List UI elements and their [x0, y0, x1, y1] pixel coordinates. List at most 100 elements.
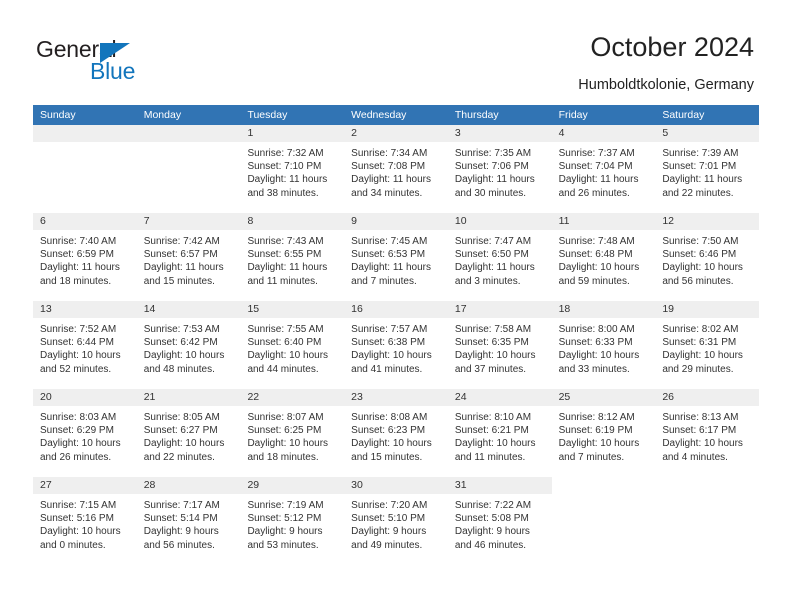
calendar-day-cell[interactable]: 11 Sunrise: 7:48 AM Sunset: 6:48 PM Dayligh…: [551, 213, 656, 301]
calendar-day-cell[interactable]: 1 Sunrise: 7:32 AM Sunset: 7:10 PM Daylight…: [240, 125, 345, 213]
day-details: Sunrise: 7:43 AM Sunset: 6:55 PM Daylight:…: [240, 230, 344, 288]
sunrise-text: Sunrise: 7:48 AM: [558, 236, 635, 247]
calendar-day-cell[interactable]: 8 Sunrise: 7:43 AM Sunset: 6:55 PM Daylight…: [240, 213, 345, 301]
sunset-text: Sunset: 6:21 PM: [454, 425, 529, 437]
calendar-day-cell[interactable]: 6 Sunrise: 7:40 AM Sunset: 6:59 PM Daylight…: [33, 213, 137, 301]
day-number: 10: [454, 215, 467, 227]
day-details: Sunrise: 8:07 AM Sunset: 6:25 PM Daylight:…: [240, 406, 344, 464]
calendar-grid: Sunday Monday Tuesday Wednesday Thursday…: [33, 105, 760, 565]
daylight-text: Daylight: 11 hours and 7 minutes.: [351, 262, 432, 287]
daylight-text: Daylight: 9 hours and 53 minutes.: [247, 526, 323, 551]
calendar-day-cell[interactable]: 5 Sunrise: 7:39 AM Sunset: 7:01 PM Daylight…: [655, 125, 760, 213]
day-number-bar: 10: [447, 213, 552, 230]
sunrise-text: Sunrise: 7:40 AM: [40, 236, 117, 247]
calendar-day-cell[interactable]: 12 Sunrise: 7:50 AM Sunset: 6:46 PM Dayligh…: [655, 213, 760, 301]
day-details: Sunrise: 7:22 AM Sunset: 5:08 PM Daylight:…: [448, 494, 552, 552]
day-details: Sunrise: 7:48 AM Sunset: 6:48 PM Daylight:…: [552, 230, 656, 288]
sunrise-text: Sunrise: 8:08 AM: [351, 412, 428, 423]
day-number-bar: 21: [136, 389, 241, 406]
calendar-day-cell[interactable]: 30 Sunrise: 7:20 AM Sunset: 5:10 PM Dayligh…: [344, 477, 448, 565]
calendar-day-cell[interactable]: 18 Sunrise: 8:00 AM Sunset: 6:33 PM Dayligh…: [551, 301, 656, 389]
day-number: 2: [351, 127, 357, 139]
day-details: Sunrise: 7:32 AM Sunset: 7:10 PM Daylight:…: [240, 142, 344, 200]
calendar-day-cell[interactable]: 23 Sunrise: 8:08 AM Sunset: 6:23 PM Dayligh…: [344, 389, 448, 477]
calendar-week-row: 6 Sunrise: 7:40 AM Sunset: 6:59 PM Daylight…: [33, 213, 760, 301]
daylight-text: Daylight: 10 hours and 41 minutes.: [351, 350, 432, 375]
day-number-bar: [551, 477, 656, 494]
sunset-text: Sunset: 6:38 PM: [351, 337, 426, 349]
day-details: Sunrise: 7:15 AM Sunset: 5:16 PM Daylight:…: [33, 494, 137, 552]
daylight-text: Daylight: 10 hours and 59 minutes.: [558, 262, 640, 287]
calendar-day-cell[interactable]: 19 Sunrise: 8:02 AM Sunset: 6:31 PM Dayligh…: [655, 301, 760, 389]
day-details: Sunrise: 7:45 AM Sunset: 6:53 PM Daylight:…: [344, 230, 448, 288]
day-details: Sunrise: 7:20 AM Sunset: 5:10 PM Daylight:…: [344, 494, 448, 552]
calendar-day-cell[interactable]: 20 Sunrise: 8:03 AM Sunset: 6:29 PM Dayligh…: [33, 389, 137, 477]
sunrise-text: Sunrise: 7:35 AM: [454, 148, 532, 159]
day-details: Sunrise: 8:00 AM Sunset: 6:33 PM Daylight:…: [552, 318, 656, 376]
calendar-day-cell[interactable]: 14 Sunrise: 7:53 AM Sunset: 6:42 PM Dayligh…: [136, 301, 241, 389]
day-number-bar: 31: [447, 477, 552, 494]
sunrise-text: Sunrise: 7:57 AM: [351, 324, 428, 335]
day-number: 5: [662, 127, 669, 139]
calendar-day-cell[interactable]: 28 Sunrise: 7:17 AM Sunset: 5:14 PM Dayligh…: [136, 477, 241, 565]
daylight-text: Daylight: 9 hours and 56 minutes.: [143, 526, 219, 551]
calendar-day-cell[interactable]: 26 Sunrise: 8:13 AM Sunset: 6:17 PM Dayligh…: [655, 389, 760, 477]
sunrise-text: Sunrise: 7:58 AM: [454, 324, 532, 335]
calendar-day-cell[interactable]: 25 Sunrise: 8:12 AM Sunset: 6:19 PM Dayligh…: [551, 389, 656, 477]
sunrise-text: Sunrise: 7:15 AM: [40, 500, 117, 511]
daylight-text: Daylight: 11 hours and 22 minutes.: [662, 174, 743, 199]
calendar-day-cell[interactable]: 27 Sunrise: 7:15 AM Sunset: 5:16 PM Dayligh…: [33, 477, 137, 565]
sunset-text: Sunset: 6:29 PM: [40, 425, 114, 437]
sunrise-text: Sunrise: 7:47 AM: [454, 236, 532, 247]
daylight-text: Daylight: 11 hours and 38 minutes.: [247, 174, 328, 199]
sunset-text: Sunset: 6:23 PM: [351, 425, 426, 437]
daylight-text: Daylight: 11 hours and 3 minutes.: [454, 262, 535, 287]
calendar-day-cell[interactable]: 10 Sunrise: 7:47 AM Sunset: 6:50 PM Dayligh…: [447, 213, 552, 301]
calendar-day-cell[interactable]: 3 Sunrise: 7:35 AM Sunset: 7:06 PM Daylight…: [447, 125, 552, 213]
dow-wednesday: Wednesday: [351, 109, 407, 121]
calendar-day-cell[interactable]: 4 Sunrise: 7:37 AM Sunset: 7:04 PM Daylight…: [551, 125, 656, 213]
calendar-day-cell[interactable]: 15 Sunrise: 7:55 AM Sunset: 6:40 PM Dayligh…: [240, 301, 345, 389]
calendar-day-cell[interactable]: 2 Sunrise: 7:34 AM Sunset: 7:08 PM Daylight…: [344, 125, 448, 213]
calendar-day-cell[interactable]: 22 Sunrise: 8:07 AM Sunset: 6:25 PM Dayligh…: [240, 389, 345, 477]
day-number: 31: [454, 479, 467, 491]
day-number-bar: 16: [344, 301, 448, 318]
calendar-day-cell[interactable]: 24 Sunrise: 8:10 AM Sunset: 6:21 PM Dayligh…: [447, 389, 552, 477]
calendar-day-cell-empty: [33, 125, 137, 213]
calendar-day-cell[interactable]: 9 Sunrise: 7:45 AM Sunset: 6:53 PM Daylight…: [344, 213, 448, 301]
calendar-day-cell[interactable]: 31 Sunrise: 7:22 AM Sunset: 5:08 PM Dayligh…: [447, 477, 552, 565]
calendar-week-row: 1 Sunrise: 7:32 AM Sunset: 7:10 PM Daylight…: [33, 125, 760, 213]
sunset-text: Sunset: 6:57 PM: [143, 249, 218, 261]
day-number: 13: [40, 303, 52, 315]
calendar-day-cell[interactable]: 29 Sunrise: 7:19 AM Sunset: 5:12 PM Dayligh…: [240, 477, 345, 565]
sunset-text: Sunset: 5:14 PM: [143, 513, 218, 525]
day-number-bar: 2: [344, 125, 448, 142]
calendar-day-cell[interactable]: 21 Sunrise: 8:05 AM Sunset: 6:27 PM Dayligh…: [136, 389, 241, 477]
sunset-text: Sunset: 6:17 PM: [662, 425, 737, 437]
sunset-text: Sunset: 7:10 PM: [247, 161, 322, 173]
day-number: 22: [247, 391, 260, 403]
sunset-text: Sunset: 7:04 PM: [558, 161, 633, 173]
sunset-text: Sunset: 6:44 PM: [40, 337, 114, 349]
sunrise-text: Sunrise: 7:52 AM: [40, 324, 117, 335]
calendar-day-cell[interactable]: 16 Sunrise: 7:57 AM Sunset: 6:38 PM Dayligh…: [344, 301, 448, 389]
logo-text-blue: Blue: [90, 58, 136, 84]
daylight-text: Daylight: 10 hours and 4 minutes.: [662, 438, 743, 463]
day-number: 8: [247, 215, 254, 227]
day-number: 29: [247, 479, 260, 491]
sunrise-text: Sunrise: 8:12 AM: [558, 412, 635, 423]
day-number-bar: 8: [240, 213, 345, 230]
sunset-text: Sunset: 5:10 PM: [351, 513, 426, 525]
day-number: 6: [40, 215, 46, 227]
sunrise-text: Sunrise: 7:20 AM: [351, 500, 428, 511]
calendar-day-cell[interactable]: 7 Sunrise: 7:42 AM Sunset: 6:57 PM Daylight…: [136, 213, 241, 301]
day-details: Sunrise: 7:58 AM Sunset: 6:35 PM Daylight:…: [448, 318, 552, 376]
day-details: Sunrise: 7:47 AM Sunset: 6:50 PM Daylight:…: [448, 230, 552, 288]
day-details: Sunrise: 8:10 AM Sunset: 6:21 PM Daylight:…: [448, 406, 552, 464]
calendar-day-cell[interactable]: 13 Sunrise: 7:52 AM Sunset: 6:44 PM Dayligh…: [33, 301, 137, 389]
sunrise-text: Sunrise: 7:34 AM: [351, 148, 428, 159]
general-blue-logo[interactable]: General Blue: [36, 36, 216, 92]
day-number: 28: [143, 479, 156, 491]
calendar-day-cell[interactable]: 17 Sunrise: 7:58 AM Sunset: 6:35 PM Dayligh…: [447, 301, 552, 389]
sunrise-text: Sunrise: 7:50 AM: [662, 236, 739, 247]
